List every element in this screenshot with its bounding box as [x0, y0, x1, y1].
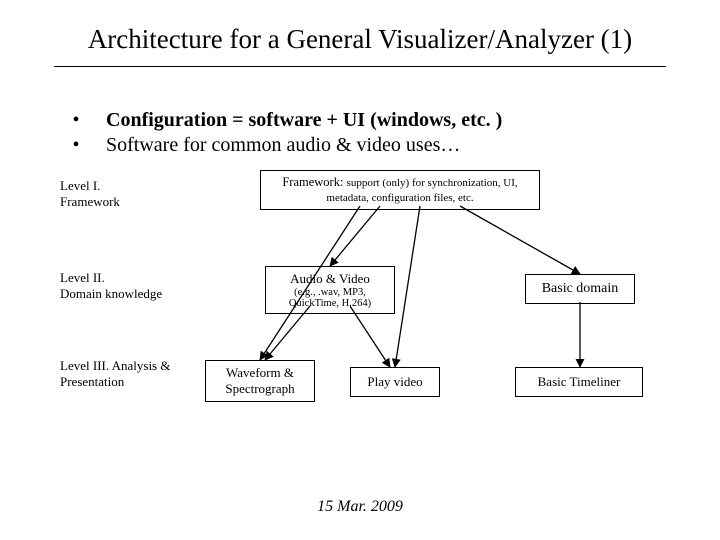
level-2-label-a: Level II.	[60, 270, 105, 285]
node-waveform: Waveform & Spectrograph	[205, 360, 315, 402]
node-basic-domain-text: Basic domain	[542, 281, 619, 296]
title-divider	[54, 66, 666, 67]
level-2-label: Level II. Domain knowledge	[60, 270, 190, 301]
slide-title: Architecture for a General Visualizer/An…	[0, 24, 720, 55]
bullet-dot-icon: •	[72, 108, 80, 133]
bullet-dot-icon: •	[72, 133, 80, 158]
architecture-diagram: Level I. Framework Level II. Domain know…	[60, 170, 660, 430]
bullet-text: Configuration = software + UI (windows, …	[106, 108, 502, 133]
node-framework-title-text: Framework:	[282, 175, 343, 189]
node-waveform-line2: Spectrograph	[212, 381, 308, 397]
node-basic-domain: Basic domain	[525, 274, 635, 304]
bullet-item: • Configuration = software + UI (windows…	[72, 108, 502, 133]
node-audio-video-subtitle: (e.g., .wav, MP3, QuickTime, H.264)	[272, 287, 388, 309]
bullet-text: Software for common audio & video uses…	[106, 133, 460, 158]
node-framework-subtitle-text: support (only) for synchronization, UI, …	[326, 177, 517, 204]
level-3-label: Level III. Analysis & Presentation	[60, 358, 190, 389]
level-3-label-b: Presentation	[60, 374, 124, 389]
level-3-label-a: Level III. Analysis &	[60, 358, 170, 373]
level-1-label-b: Framework	[60, 194, 120, 209]
node-play-video-text: Play video	[367, 374, 422, 389]
bullet-list: • Configuration = software + UI (windows…	[72, 108, 502, 158]
node-audio-video-title: Audio & Video	[272, 271, 388, 287]
node-framework: Framework: support (only) for synchroniz…	[260, 170, 540, 210]
footer-date: 15 Mar. 2009	[0, 498, 720, 516]
node-waveform-line1: Waveform &	[212, 365, 308, 381]
level-2-label-b: Domain knowledge	[60, 286, 162, 301]
node-play-video: Play video	[350, 367, 440, 397]
node-audio-video: Audio & Video (e.g., .wav, MP3, QuickTim…	[265, 266, 395, 314]
bullet-item: • Software for common audio & video uses…	[72, 133, 502, 158]
node-framework-title: Framework: support (only) for synchroniz…	[282, 175, 517, 204]
node-basic-timeliner: Basic Timeliner	[515, 367, 643, 397]
slide: Architecture for a General Visualizer/An…	[0, 0, 720, 540]
node-basic-timeliner-text: Basic Timeliner	[538, 374, 621, 389]
level-1-label-a: Level I.	[60, 178, 100, 193]
level-1-label: Level I. Framework	[60, 178, 190, 209]
